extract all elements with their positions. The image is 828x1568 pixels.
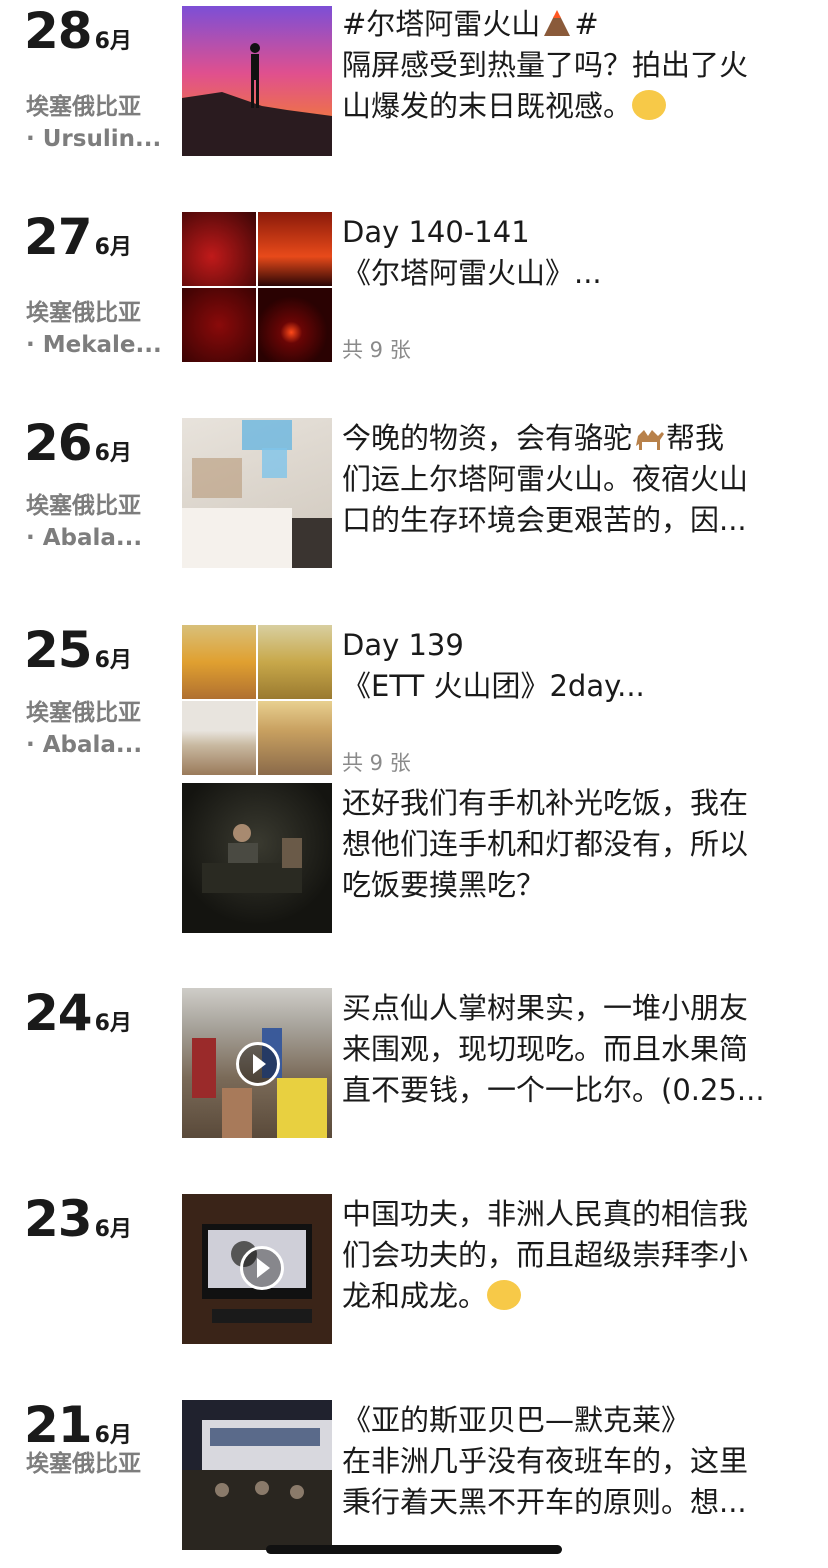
- post-text-1: Day 139 《ETT 火山团》2day...: [342, 628, 645, 703]
- location-country: 埃塞俄比亚: [26, 700, 141, 726]
- grid-photo[interactable]: [258, 212, 332, 286]
- home-indicator[interactable]: [266, 1545, 562, 1554]
- grid-photo[interactable]: [182, 212, 256, 286]
- grid-photo[interactable]: [258, 625, 332, 699]
- post-text: #尔塔阿雷火山 # 隔屏感受到热量了吗？拍出了火 山爆发的末日既视感。: [342, 7, 749, 123]
- post-photo[interactable]: [182, 1400, 332, 1550]
- post-photo[interactable]: [182, 783, 332, 933]
- date-day: 27 6月: [24, 208, 132, 266]
- location-country: 埃塞俄比亚: [26, 300, 141, 326]
- location-country: 埃塞俄比亚: [26, 1451, 141, 1477]
- photo-count: 共 9 张: [342, 751, 411, 775]
- thinking-face-icon: [487, 1280, 522, 1310]
- post-photo[interactable]: [182, 418, 332, 568]
- grid-photo[interactable]: [182, 625, 256, 699]
- camel-icon: [632, 422, 666, 452]
- date-day: 24 6月: [24, 984, 132, 1042]
- play-icon[interactable]: [236, 1042, 280, 1086]
- date-day: 25 6月: [24, 621, 132, 679]
- post-text: 今晚的物资，会有骆驼 帮我 们运上尔塔阿雷火山。夜宿火山 口的生存环境会更艰苦的，…: [342, 421, 749, 537]
- post-text: 《亚的斯亚贝巴—默克莱》 在非洲几乎没有夜班车的，这里 秉行着天黑不开车的原则。…: [342, 1403, 749, 1519]
- post-photo[interactable]: [182, 6, 332, 156]
- location-place: · Ursulin...: [26, 126, 162, 152]
- date-day: 26 6月: [24, 414, 132, 472]
- grid-photo[interactable]: [258, 288, 332, 362]
- grid-photo[interactable]: [182, 701, 256, 775]
- date-day: 23 6月: [24, 1190, 132, 1248]
- date-day: 28 6月: [24, 2, 132, 60]
- photo-count: 共 9 张: [342, 338, 411, 362]
- grid-photo[interactable]: [258, 701, 332, 775]
- location-place: · Abala...: [26, 732, 143, 758]
- post-text: 买点仙人掌树果实，一堆小朋友 来围观，现切现吃。而且水果简 直不要钱，一个一比尔…: [342, 991, 765, 1107]
- post-text-2: 还好我们有手机补光吃饭，我在 想他们连手机和灯都没有，所以 吃饭要摸黑吃？: [342, 786, 749, 902]
- post-video[interactable]: [182, 988, 332, 1138]
- post-text: Day 140-141 《尔塔阿雷火山》...: [342, 215, 602, 290]
- location-country: 埃塞俄比亚: [26, 94, 141, 120]
- volcano-icon: [540, 8, 574, 38]
- smirk-face-icon: [632, 90, 667, 120]
- play-icon[interactable]: [240, 1246, 284, 1290]
- location-place: · Abala...: [26, 525, 143, 551]
- grid-photo[interactable]: [182, 288, 256, 362]
- photo-grid[interactable]: [182, 625, 332, 775]
- location-country: 埃塞俄比亚: [26, 493, 141, 519]
- location-place: · Mekale...: [26, 332, 162, 358]
- post-text: 中国功夫，非洲人民真的相信我 们会功夫的，而且超级崇拜李小 龙和成龙。: [342, 1197, 749, 1313]
- post-video[interactable]: [182, 1194, 332, 1344]
- photo-grid[interactable]: [182, 212, 332, 362]
